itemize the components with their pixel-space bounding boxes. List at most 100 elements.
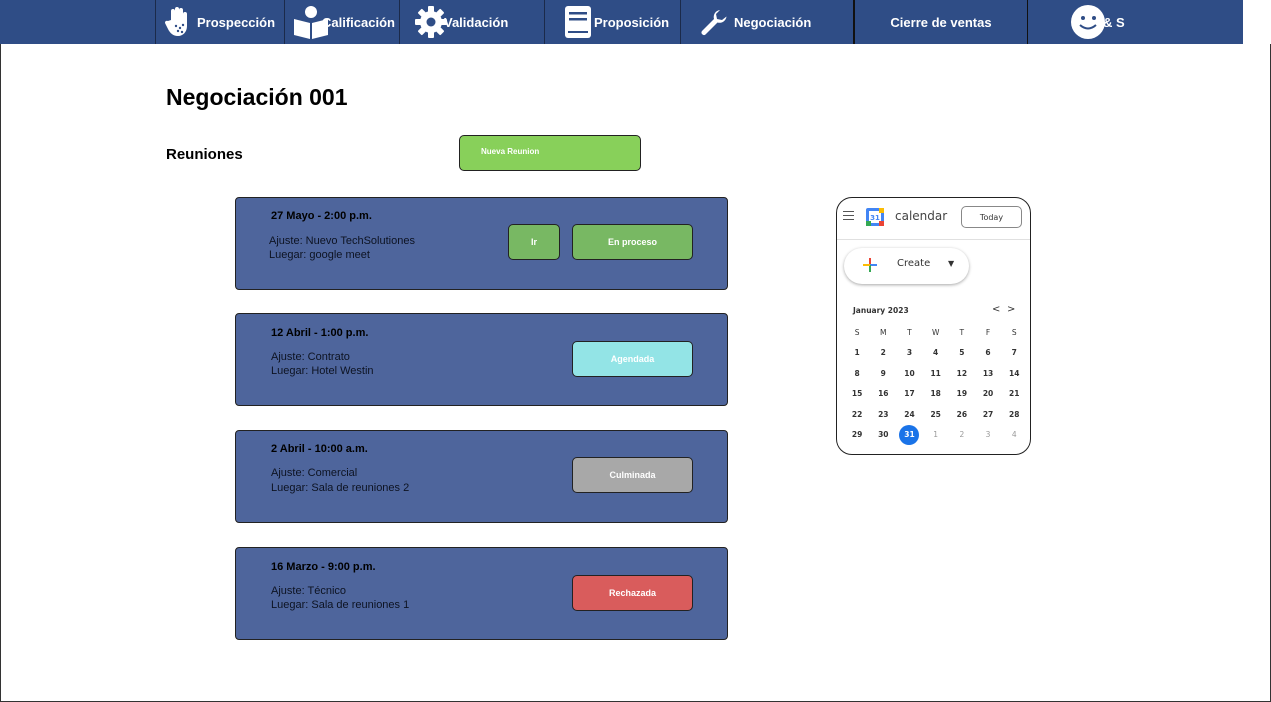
calendar-day[interactable]: 2 xyxy=(949,430,975,439)
calendar-day[interactable]: 19 xyxy=(949,389,975,398)
calendar-day[interactable]: 9 xyxy=(870,369,896,378)
nav-item-profile[interactable]: & S xyxy=(1027,0,1243,44)
calendar-day[interactable]: 18 xyxy=(923,389,949,398)
calendar-day[interactable]: 10 xyxy=(896,369,922,378)
calendar-day[interactable]: 1 xyxy=(844,348,870,357)
calendar-day[interactable]: 2 xyxy=(870,348,896,357)
calendar-day[interactable]: 8 xyxy=(844,369,870,378)
calendar-day[interactable]: 26 xyxy=(949,410,975,419)
book-icon xyxy=(563,5,593,39)
calendar-day[interactable]: 30 xyxy=(870,430,896,439)
next-month-button[interactable]: > xyxy=(1007,304,1015,315)
calendar-header: 31 calendar Today xyxy=(837,198,1030,240)
calendar-day[interactable]: 3 xyxy=(975,430,1001,439)
calendar-day[interactable]: 14 xyxy=(1001,369,1027,378)
calendar-day[interactable]: 7 xyxy=(1001,348,1027,357)
calendar-day[interactable]: 11 xyxy=(923,369,949,378)
today-button[interactable]: Today xyxy=(961,206,1022,228)
meeting-date: 16 Marzo - 9:00 p.m. xyxy=(271,561,376,573)
weekday-label: W xyxy=(931,327,940,337)
calendar-day[interactable]: 4 xyxy=(923,348,949,357)
meeting-lugar: Luegar: google meet xyxy=(269,249,370,261)
google-calendar-logo-icon: 31 xyxy=(866,208,884,226)
wrench-icon xyxy=(699,8,729,36)
status-button[interactable]: Culminada xyxy=(572,457,693,493)
calendar-day[interactable]: 21 xyxy=(1001,389,1027,398)
nav-label: & S xyxy=(1103,14,1125,30)
calendar-day[interactable]: 6 xyxy=(975,348,1001,357)
meeting-card: 27 Mayo - 2:00 p.m. Ajuste: Nuevo TechSo… xyxy=(235,197,728,290)
meeting-ajuste: Ajuste: Nuevo TechSolutiones xyxy=(269,235,415,247)
calendar-day[interactable]: 29 xyxy=(844,430,870,439)
nav-label: Prospección xyxy=(197,14,276,30)
calendar-day[interactable]: 28 xyxy=(1001,410,1027,419)
weekday-label: T xyxy=(907,327,912,337)
calendar-day[interactable]: 1 xyxy=(923,430,949,439)
nav-item-validacion[interactable]: Validación xyxy=(399,0,544,44)
calendar-day-selected[interactable]: 31 xyxy=(896,424,922,445)
meeting-lugar: Luegar: Hotel Westin xyxy=(271,365,374,377)
calendar-app-name: calendar xyxy=(895,209,948,223)
create-label: Create xyxy=(897,258,931,269)
meeting-ajuste: Ajuste: Técnico xyxy=(271,585,347,597)
weekday-label: F xyxy=(985,327,991,337)
weekday-label: S xyxy=(1011,327,1017,337)
calendar-week-row: 29 30 31 1 2 3 4 xyxy=(844,424,1028,446)
meeting-card: 2 Abril - 10:00 a.m. Ajuste: Comercial L… xyxy=(235,430,728,523)
nav-item-negociacion[interactable]: Negociación xyxy=(680,0,854,44)
prev-month-button[interactable]: < xyxy=(992,304,1000,315)
calendar-day[interactable]: 15 xyxy=(844,389,870,398)
weekday-label: M xyxy=(880,327,887,337)
top-navigation: Prospección Calificación Validación Prop… xyxy=(0,0,1271,44)
smiley-icon xyxy=(1070,4,1106,40)
calendar-grid: S M T W T F S 1 2 3 4 5 6 7 8 9 10 11 12 13 14 15 16 17 18 19 20 21… xyxy=(844,322,1028,445)
meeting-date: 2 Abril - 10:00 a.m. xyxy=(271,443,368,455)
meeting-lugar: Luegar: Sala de reuniones 2 xyxy=(271,482,410,494)
nav-item-prospeccion[interactable]: Prospección xyxy=(155,0,284,44)
meeting-card: 12 Abril - 1:00 p.m. Ajuste: Contrato Lu… xyxy=(235,313,728,406)
calendar-week-row: 1234567 xyxy=(844,343,1028,364)
create-button[interactable]: Create ▼ xyxy=(844,248,969,284)
calendar-day[interactable]: 27 xyxy=(975,410,1001,419)
weekday-label: T xyxy=(959,327,965,337)
new-meeting-button[interactable]: Nueva Reunion xyxy=(459,135,641,171)
calendar-day[interactable]: 22 xyxy=(844,410,870,419)
calendar-logo-number: 31 xyxy=(870,214,880,222)
calendar-day[interactable]: 17 xyxy=(896,389,922,398)
calendar-day[interactable]: 13 xyxy=(975,369,1001,378)
calendar-day[interactable]: 12 xyxy=(949,369,975,378)
nav-label: Validación xyxy=(444,14,509,30)
calendar-week-row: 22 23 24 25 26 27 28 xyxy=(844,404,1028,425)
status-button[interactable]: Agendada xyxy=(572,341,693,377)
calendar-week-row: 8 9 10 11 12 13 14 xyxy=(844,363,1028,384)
nav-label: Proposición xyxy=(594,14,670,30)
nav-item-cierre-de-ventas[interactable]: Cierre de ventas xyxy=(853,0,1027,44)
meeting-date: 12 Abril - 1:00 p.m. xyxy=(271,327,369,339)
nav-label: Negociación xyxy=(734,14,812,30)
status-button[interactable]: En proceso xyxy=(572,224,693,260)
calendar-day[interactable]: 24 xyxy=(896,410,922,419)
hamburger-menu-icon[interactable] xyxy=(843,211,854,220)
section-title-reuniones: Reuniones xyxy=(166,146,243,163)
nav-label: Cierre de ventas xyxy=(890,14,992,30)
calendar-day[interactable]: 20 xyxy=(975,389,1001,398)
plus-icon xyxy=(863,258,877,272)
meeting-ajuste: Ajuste: Comercial xyxy=(271,467,358,479)
calendar-day[interactable]: 3 xyxy=(896,348,922,357)
calendar-day[interactable]: 4 xyxy=(1001,430,1027,439)
meeting-lugar: Luegar: Sala de reuniones 1 xyxy=(271,599,410,611)
weekday-header-row: SMTWTFS xyxy=(844,322,1028,343)
calendar-day[interactable]: 23 xyxy=(870,410,896,419)
gear-icon xyxy=(414,6,448,38)
nav-item-proposicion[interactable]: Proposición xyxy=(544,0,680,44)
dropdown-caret-icon: ▼ xyxy=(948,259,955,268)
nav-label: Calificación xyxy=(322,14,395,30)
calendar-day[interactable]: 5 xyxy=(949,348,975,357)
status-button[interactable]: Rechazada xyxy=(572,575,693,611)
nav-item-calificacion[interactable]: Calificación xyxy=(284,0,399,44)
calendar-week-row: 15 16 17 18 19 20 21 xyxy=(844,384,1028,405)
calendar-day[interactable]: 25 xyxy=(923,410,949,419)
calendar-day[interactable]: 16 xyxy=(870,389,896,398)
go-button[interactable]: Ir xyxy=(508,224,560,260)
meeting-ajuste: Ajuste: Contrato xyxy=(271,351,350,363)
